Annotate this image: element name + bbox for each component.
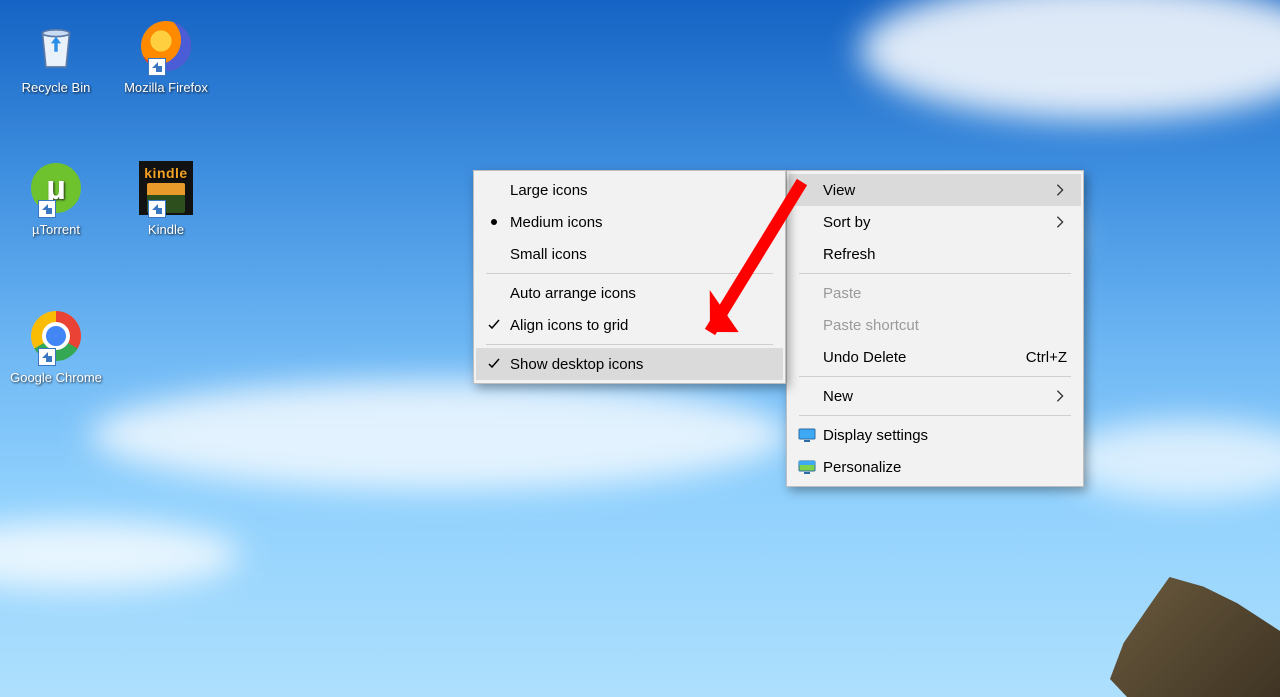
- checkmark-icon: [486, 356, 502, 372]
- submenu-item-align-to-grid[interactable]: Align icons to grid: [476, 309, 783, 341]
- desktop-icon-label: Recycle Bin: [6, 80, 106, 95]
- chevron-right-icon: [1053, 215, 1067, 229]
- menu-item-sort-by[interactable]: Sort by: [789, 206, 1081, 238]
- desktop-icon-kindle[interactable]: kindle Kindle: [116, 158, 216, 237]
- submenu-item-auto-arrange[interactable]: Auto arrange icons: [476, 277, 783, 309]
- recycle-bin-icon: [29, 18, 83, 75]
- shortcut-overlay-icon: [38, 200, 56, 218]
- menu-item-refresh[interactable]: Refresh: [789, 238, 1081, 270]
- cloud-decoration: [1060, 420, 1280, 500]
- view-submenu: Large icons Medium icons Small icons Aut…: [473, 170, 786, 384]
- menu-item-paste: Paste: [789, 277, 1081, 309]
- cloud-decoration: [90, 380, 790, 490]
- menu-item-label: Paste shortcut: [823, 317, 919, 334]
- cloud-decoration: [860, 0, 1280, 120]
- submenu-item-show-desktop-icons[interactable]: Show desktop icons: [476, 348, 783, 380]
- menu-separator: [486, 344, 773, 345]
- personalize-icon: [799, 459, 815, 475]
- chevron-right-icon: [1053, 389, 1067, 403]
- checkmark-icon: [486, 317, 502, 333]
- submenu-item-large-icons[interactable]: Large icons: [476, 174, 783, 206]
- desktop-context-menu: View Sort by Refresh Paste Paste shortcu…: [786, 170, 1084, 487]
- menu-item-personalize[interactable]: Personalize: [789, 451, 1081, 483]
- menu-item-view[interactable]: View: [789, 174, 1081, 206]
- desktop-icon-recycle-bin[interactable]: Recycle Bin: [6, 16, 106, 95]
- display-settings-icon: [799, 427, 815, 443]
- menu-item-label: View: [823, 182, 855, 199]
- desktop-icon-label: Kindle: [116, 222, 216, 237]
- desktop-icon-utorrent[interactable]: µ µTorrent: [6, 158, 106, 237]
- menu-item-label: Auto arrange icons: [510, 285, 636, 302]
- menu-item-undo-delete[interactable]: Undo Delete Ctrl+Z: [789, 341, 1081, 373]
- cloud-decoration: [0, 520, 240, 590]
- menu-separator: [799, 415, 1071, 416]
- desktop-icon-label: Google Chrome: [6, 370, 106, 385]
- menu-item-label: Refresh: [823, 246, 876, 263]
- menu-separator: [799, 376, 1071, 377]
- menu-item-label: Align icons to grid: [510, 317, 628, 334]
- menu-separator: [486, 273, 773, 274]
- menu-item-label: Show desktop icons: [510, 356, 643, 373]
- desktop-icon-label: µTorrent: [6, 222, 106, 237]
- menu-item-shortcut: Ctrl+Z: [996, 349, 1067, 366]
- menu-separator: [799, 273, 1071, 274]
- chevron-right-icon: [1053, 183, 1067, 197]
- shortcut-overlay-icon: [148, 58, 166, 76]
- menu-item-label: Undo Delete: [823, 349, 906, 366]
- menu-item-label: New: [823, 388, 853, 405]
- shortcut-overlay-icon: [38, 348, 56, 366]
- menu-item-paste-shortcut: Paste shortcut: [789, 309, 1081, 341]
- submenu-item-small-icons[interactable]: Small icons: [476, 238, 783, 270]
- shortcut-overlay-icon: [148, 200, 166, 218]
- menu-item-label: Sort by: [823, 214, 871, 231]
- menu-item-label: Display settings: [823, 427, 928, 444]
- menu-item-label: Large icons: [510, 182, 588, 199]
- desktop-icon-firefox[interactable]: Mozilla Firefox: [116, 16, 216, 95]
- menu-item-display-settings[interactable]: Display settings: [789, 419, 1081, 451]
- desktop-icon-chrome[interactable]: Google Chrome: [6, 306, 106, 385]
- rock-decoration: [1110, 577, 1280, 697]
- submenu-item-medium-icons[interactable]: Medium icons: [476, 206, 783, 238]
- menu-item-label: Small icons: [510, 246, 587, 263]
- desktop-icon-label: Mozilla Firefox: [116, 80, 216, 95]
- menu-item-label: Paste: [823, 285, 861, 302]
- menu-item-new[interactable]: New: [789, 380, 1081, 412]
- menu-item-label: Personalize: [823, 459, 901, 476]
- menu-item-label: Medium icons: [510, 214, 603, 231]
- radio-selected-icon: [486, 214, 502, 230]
